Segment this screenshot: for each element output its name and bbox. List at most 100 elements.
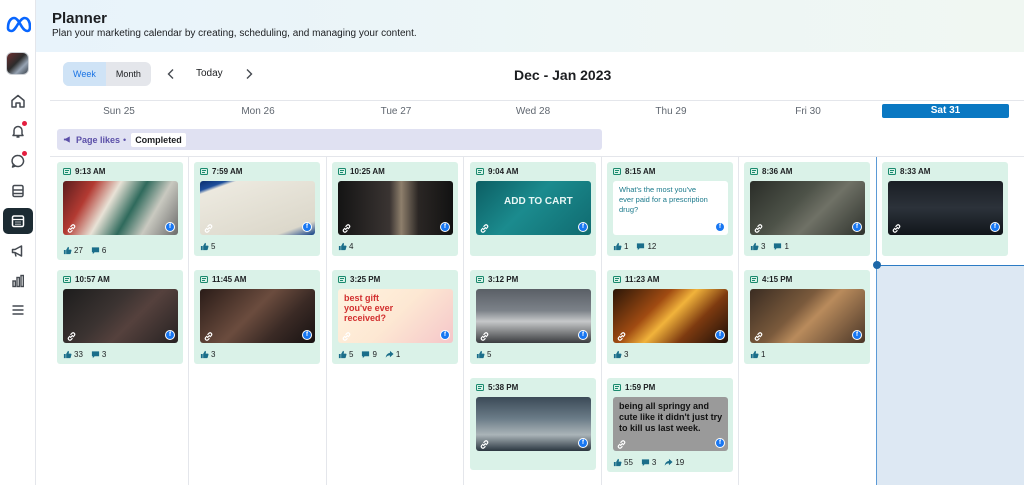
link-icon[interactable] [753, 329, 764, 341]
like-count-value: 33 [74, 350, 83, 359]
post-card[interactable]: 8:15 AM What's the most you've ever paid … [607, 162, 733, 256]
nav-insights[interactable] [3, 268, 33, 294]
link-icon[interactable] [753, 221, 764, 233]
post-thumbnail[interactable]: f [200, 289, 315, 343]
post-thumbnail[interactable]: f [200, 181, 315, 235]
nav-planner[interactable] [3, 208, 33, 234]
like-count-value: 5 [211, 242, 216, 251]
post-card[interactable]: 8:36 AM f 3 1 [744, 162, 870, 256]
like-count: 3 [613, 350, 628, 359]
post-thumbnail[interactable]: f [613, 289, 728, 343]
campaign-bar[interactable]: Page likes • Completed [57, 129, 602, 150]
post-time: 4:15 PM [750, 275, 792, 284]
campaign-label: Page likes [76, 134, 121, 145]
like-icon [63, 350, 74, 359]
post-thumbnail[interactable]: f [63, 181, 178, 235]
like-count: 5 [338, 350, 353, 359]
facebook-icon: f [852, 330, 862, 340]
post-card[interactable]: 3:12 PM f 5 [470, 270, 596, 364]
menu-icon [12, 305, 24, 315]
post-card[interactable]: 9:04 AM ADD TO CART f [470, 162, 596, 256]
post-stats: 3 [200, 350, 223, 359]
link-icon[interactable] [66, 329, 77, 341]
link-icon[interactable] [479, 437, 490, 449]
post-thumbnail[interactable]: f [476, 289, 591, 343]
post-time-text: 8:36 AM [762, 167, 793, 176]
post-card[interactable]: 10:25 AM f 4 [332, 162, 458, 256]
post-card[interactable]: 11:23 AM f 3 [607, 270, 733, 364]
post-time: 11:45 AM [200, 275, 246, 284]
page-subtitle: Plan your marketing calendar by creating… [52, 28, 417, 39]
nav-notifications[interactable] [3, 118, 33, 144]
post-icon [476, 384, 488, 391]
link-icon[interactable] [203, 221, 214, 233]
facebook-icon: f [715, 438, 725, 448]
nav-home[interactable] [3, 88, 33, 114]
facebook-glyph: f [441, 223, 449, 231]
post-card[interactable]: 7:59 AM f 5 [194, 162, 320, 256]
post-card[interactable]: 3:25 PM best gift you've ever received? f 5… [332, 270, 458, 364]
post-card[interactable]: 10:57 AM f 33 3 [57, 270, 183, 364]
page-avatar[interactable] [6, 52, 29, 75]
facebook-glyph: f [303, 331, 311, 339]
post-icon [338, 276, 350, 283]
post-thumbnail[interactable]: f [888, 181, 1003, 235]
post-time: 9:13 AM [63, 167, 105, 176]
like-icon [200, 350, 211, 359]
post-card[interactable]: 5:38 PM f [470, 378, 596, 470]
post-thumbnail[interactable]: f [750, 181, 865, 235]
post-thumbnail[interactable]: f [63, 289, 178, 343]
post-card[interactable]: 1:59 PM being all springy and cute like i… [607, 378, 733, 472]
like-icon [613, 242, 624, 251]
post-thumbnail[interactable]: f [338, 181, 453, 235]
campaign-separator: • [123, 134, 127, 145]
like-count-value: 3 [211, 350, 216, 359]
nav-inbox[interactable] [3, 148, 33, 174]
link-icon[interactable] [341, 329, 352, 341]
post-thumbnail[interactable]: f [750, 289, 865, 343]
link-icon[interactable] [203, 329, 214, 341]
post-thumbnail[interactable]: f [476, 397, 591, 451]
post-card[interactable]: 8:33 AM f [882, 162, 1008, 256]
next-week-button[interactable] [244, 68, 254, 80]
month-view-button[interactable]: Month [106, 62, 151, 86]
previous-week-button[interactable] [166, 68, 176, 80]
post-card[interactable]: 9:13 AM f 27 6 [57, 162, 183, 260]
nav-ads[interactable] [3, 238, 33, 264]
link-icon[interactable] [479, 221, 490, 233]
post-time: 3:25 PM [338, 275, 380, 284]
week-view-button[interactable]: Week [63, 62, 106, 86]
post-time-text: 11:45 AM [212, 275, 247, 284]
post-icon [750, 276, 762, 283]
current-time-indicator [873, 261, 881, 269]
link-icon[interactable] [616, 329, 627, 341]
comment-icon [91, 350, 102, 359]
post-icon [63, 276, 75, 283]
post-time: 10:57 AM [63, 275, 110, 284]
post-thumbnail[interactable]: being all springy and cute like it didn'… [613, 397, 728, 451]
post-thumbnail[interactable]: best gift you've ever received? f [338, 289, 453, 343]
post-card[interactable]: 4:15 PM f 1 [744, 270, 870, 364]
day-header-today[interactable]: Sat 31 [882, 104, 1009, 118]
post-time-text: 9:13 AM [75, 167, 106, 176]
share-count: 1 [385, 350, 400, 359]
link-icon[interactable] [341, 221, 352, 233]
date-range-title: Dec - Jan 2023 [514, 67, 611, 83]
link-icon[interactable] [479, 329, 490, 341]
post-time-text: 4:15 PM [762, 275, 793, 284]
link-icon[interactable] [66, 221, 77, 233]
nav-all-tools[interactable] [3, 297, 33, 323]
link-icon[interactable] [891, 221, 902, 233]
facebook-icon: f [440, 330, 450, 340]
post-card[interactable]: 11:45 AM f 3 [194, 270, 320, 364]
date-range-text: Dec - Jan 2023 [514, 67, 612, 83]
link-icon[interactable] [616, 437, 627, 449]
today-button[interactable]: Today [196, 68, 223, 79]
post-thumbnail[interactable]: ADD TO CART f [476, 181, 591, 235]
like-count-value: 4 [349, 242, 354, 251]
calendar-panel: Week Month Today Dec - Jan 2023 Sun 25 M… [50, 52, 1024, 485]
meta-logo-icon[interactable] [5, 13, 31, 35]
nav-content[interactable] [3, 178, 33, 204]
post-thumbnail[interactable]: What's the most you've ever paid for a p… [613, 181, 728, 235]
facebook-glyph: f [853, 223, 861, 231]
